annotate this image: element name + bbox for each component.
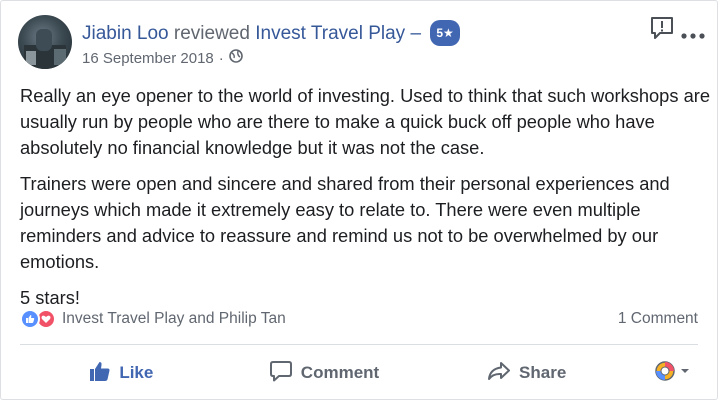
review-post-card: Jiabin Loo reviewed Invest Travel Play –… <box>0 0 718 400</box>
reaction-names: Invest Travel Play and Philip Tan <box>62 310 286 327</box>
divider <box>20 344 698 345</box>
more-options-icon[interactable] <box>681 21 705 41</box>
share-button[interactable]: Share <box>425 360 628 387</box>
post-header: Jiabin Loo reviewed Invest Travel Play –… <box>18 15 460 69</box>
action-text: reviewed <box>173 23 250 44</box>
like-button[interactable]: Like <box>20 360 223 387</box>
flag-icon[interactable] <box>649 15 675 46</box>
post-meta: 16 September 2018 · <box>82 49 460 67</box>
reactions-bar: Invest Travel Play and Philip Tan 1 Comm… <box>20 309 698 329</box>
post-action-bar: Like Comment Share <box>20 351 698 395</box>
comment-count-link[interactable]: 1 Comment <box>618 310 698 328</box>
avatar[interactable] <box>18 15 72 69</box>
title-dash: – <box>410 23 422 44</box>
rating-badge: 5★ <box>430 20 460 46</box>
comment-button[interactable]: Comment <box>223 360 426 387</box>
like-label: Like <box>119 363 154 382</box>
page-name-link[interactable]: Invest Travel Play <box>255 23 405 44</box>
author-name-link[interactable]: Jiabin Loo <box>82 23 169 44</box>
like-reaction-icon <box>20 309 40 329</box>
reactions-summary[interactable]: Invest Travel Play and Philip Tan <box>20 309 286 329</box>
review-paragraph: 5 stars! <box>20 287 80 308</box>
review-paragraph: Trainers were open and sincere and share… <box>20 173 670 272</box>
comment-label: Comment <box>300 363 380 382</box>
reaction-picker[interactable] <box>628 360 698 387</box>
share-icon <box>487 360 519 387</box>
reaction-picker-icon <box>654 360 698 387</box>
post-date-link[interactable]: 16 September 2018 <box>82 50 214 67</box>
share-label: Share <box>519 363 567 382</box>
review-paragraph: Really an eye opener to the world of inv… <box>20 85 710 158</box>
meta-separator: · <box>218 49 224 67</box>
globe-icon <box>228 49 243 67</box>
comment-icon <box>269 360 301 387</box>
thumbs-up-icon <box>89 360 119 387</box>
post-title-line: Jiabin Loo reviewed Invest Travel Play –… <box>82 20 460 46</box>
post-top-actions <box>649 15 705 46</box>
review-text: Really an eye opener to the world of inv… <box>20 83 710 321</box>
